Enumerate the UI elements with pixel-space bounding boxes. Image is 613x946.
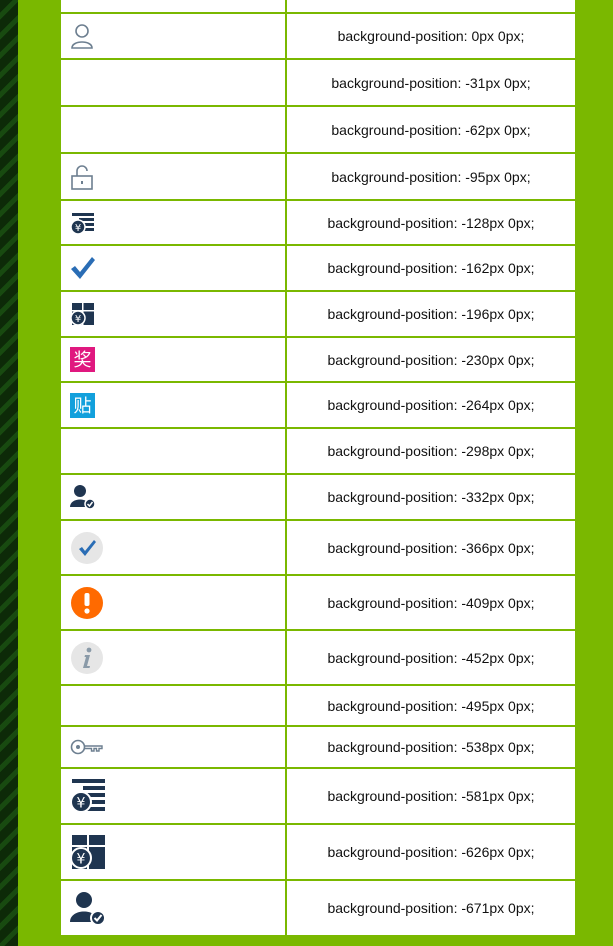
tie-badge-text: 贴	[74, 396, 92, 417]
key-icon	[70, 738, 104, 756]
table-row: 贴 background-position: -264px 0px;	[59, 381, 577, 429]
yen-grid-small-icon: ¥	[70, 302, 96, 326]
warning-circle-icon	[70, 586, 104, 620]
table-row: background-position: -162px 0px;	[59, 244, 577, 292]
table-row: ¥ background-position: -128px 0px;	[59, 199, 577, 246]
position-code: background-position: -409px 0px;	[285, 574, 577, 631]
icon-cell	[59, 879, 287, 937]
position-code: background-position: -162px 0px;	[285, 244, 577, 292]
left-decorative-strip	[0, 0, 18, 946]
position-code: background-position: -366px 0px;	[285, 519, 577, 576]
check-icon	[70, 256, 96, 280]
table-row: background-position: -495px 0px;	[59, 684, 577, 727]
icon-cell	[59, 574, 287, 631]
svg-text:¥: ¥	[75, 223, 81, 234]
icon-cell	[59, 12, 287, 60]
position-code: background-position: -31px 0px;	[285, 58, 577, 107]
position-code: background-position: -452px 0px;	[285, 629, 577, 686]
icon-cell	[59, 473, 287, 521]
icon-cell: 贴	[59, 381, 287, 429]
icon-cell	[59, 152, 287, 201]
icon-cell	[59, 58, 287, 107]
table-row: ¥ background-position: -581px 0px;	[59, 767, 577, 825]
yen-grid-large-icon: ¥	[70, 834, 106, 870]
icon-cell	[59, 427, 287, 475]
table-row: ¥ background-position: -626px 0px;	[59, 823, 577, 881]
user-check-small-icon	[70, 484, 96, 510]
icon-cell	[59, 244, 287, 292]
table-row: background-position: -332px 0px;	[59, 473, 577, 521]
position-code: background-position: -128px 0px;	[285, 199, 577, 246]
jiang-badge-text: 奖	[74, 350, 92, 371]
svg-text:¥: ¥	[77, 796, 86, 812]
icon-cell	[59, 725, 287, 769]
user-outline-icon	[70, 23, 94, 49]
table-row: background-position: -409px 0px;	[59, 574, 577, 631]
icon-cell: ¥	[59, 290, 287, 338]
yen-list-large-icon: ¥	[70, 778, 106, 814]
table-row: background-position: -31px 0px;	[59, 58, 577, 107]
table-row: background-position: -671px 0px;	[59, 879, 577, 937]
lock-icon	[70, 164, 94, 190]
icon-cell	[59, 105, 287, 154]
header-icon-column	[59, 0, 287, 14]
icon-cell: ¥	[59, 823, 287, 881]
position-code: background-position: -298px 0px;	[285, 427, 577, 475]
table-row: background-position: -452px 0px;	[59, 629, 577, 686]
info-circle-icon	[70, 641, 104, 675]
user-check-large-icon	[70, 890, 106, 926]
table-row: background-position: -366px 0px;	[59, 519, 577, 576]
position-code: background-position: 0px 0px;	[285, 12, 577, 60]
icon-cell: ¥	[59, 767, 287, 825]
table-row: 奖 background-position: -230px 0px;	[59, 336, 577, 383]
table-row: background-position: 0px 0px;	[59, 12, 577, 60]
position-code: background-position: -671px 0px;	[285, 879, 577, 937]
tie-badge-icon: 贴	[70, 392, 95, 418]
position-code: background-position: -230px 0px;	[285, 336, 577, 383]
svg-text:¥: ¥	[75, 314, 81, 325]
table-row: background-position: -95px 0px;	[59, 152, 577, 201]
yen-list-small-icon: ¥	[70, 211, 96, 235]
table-header-row	[59, 0, 577, 14]
icon-cell	[59, 629, 287, 686]
table-row: background-position: -538px 0px;	[59, 725, 577, 769]
sprite-table-container: background-position: 0px 0px; background…	[59, 0, 577, 937]
table-row: background-position: -62px 0px;	[59, 105, 577, 154]
table-row: background-position: -298px 0px;	[59, 427, 577, 475]
position-code: background-position: -495px 0px;	[285, 684, 577, 727]
icon-cell	[59, 684, 287, 727]
icon-cell: 奖	[59, 336, 287, 383]
position-code: background-position: -626px 0px;	[285, 823, 577, 881]
table-row: ¥ background-position: -196px 0px;	[59, 290, 577, 338]
header-code-column	[285, 0, 577, 14]
icon-cell	[59, 519, 287, 576]
position-code: background-position: -332px 0px;	[285, 473, 577, 521]
position-code: background-position: -581px 0px;	[285, 767, 577, 825]
position-code: background-position: -538px 0px;	[285, 725, 577, 769]
jiang-badge-icon: 奖	[70, 347, 95, 372]
position-code: background-position: -62px 0px;	[285, 105, 577, 154]
sprite-position-table: background-position: 0px 0px; background…	[59, 0, 577, 937]
check-circle-icon	[70, 531, 104, 565]
svg-text:¥: ¥	[77, 852, 86, 868]
icon-cell: ¥	[59, 199, 287, 246]
position-code: background-position: -95px 0px;	[285, 152, 577, 201]
position-code: background-position: -196px 0px;	[285, 290, 577, 338]
position-code: background-position: -264px 0px;	[285, 381, 577, 429]
